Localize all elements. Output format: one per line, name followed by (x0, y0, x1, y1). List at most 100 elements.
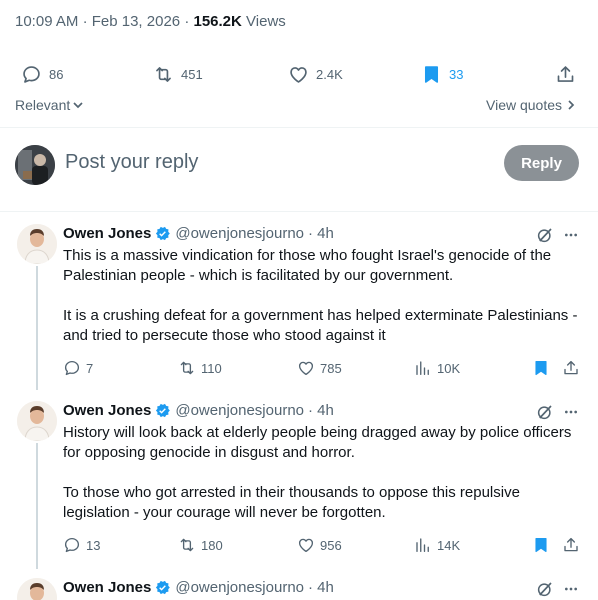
verified-badge-icon[interactable] (154, 402, 171, 419)
tweet-time[interactable]: · 4h (308, 402, 334, 419)
more-options-icon[interactable] (563, 581, 579, 597)
bookmark-filled-icon (535, 537, 547, 553)
repost-icon (180, 361, 194, 375)
repost-action[interactable]: 110 (178, 358, 222, 378)
reply-action[interactable]: 13 (63, 535, 100, 555)
views-count: 14K (437, 537, 461, 553)
reply-count: 13 (86, 537, 101, 553)
grok-icon[interactable] (536, 403, 554, 421)
share-action[interactable] (562, 535, 580, 555)
user-avatar[interactable] (15, 145, 55, 185)
sort-label: Relevant (15, 97, 71, 113)
share-icon (564, 360, 578, 375)
views-label: Views (246, 13, 286, 30)
share-action[interactable] (562, 358, 580, 378)
view-quotes-label: View quotes (486, 97, 563, 113)
repost-action[interactable]: 451 (153, 62, 203, 86)
heart-icon (290, 66, 307, 83)
repost-icon (180, 538, 194, 552)
post-metadata: 10:09 AM · Feb 13, 2026 · 156.2K Views (15, 13, 286, 30)
bookmark-action[interactable]: 33 (421, 62, 463, 86)
heart-icon (298, 538, 314, 553)
tweet-paragraph: To those who got arrested in their thous… (63, 484, 520, 521)
author-handle[interactable]: @owenjonesjourno (175, 225, 304, 242)
reply-input[interactable]: Post your reply (65, 151, 198, 174)
heart-icon (298, 361, 314, 376)
bookmark-count: 33 (449, 66, 464, 82)
author-name[interactable]: Owen Jones (63, 402, 151, 419)
tweet-paragraph: This is a massive vindication for those … (63, 247, 552, 284)
repost-icon (156, 66, 171, 82)
reply-button[interactable]: Reply (504, 145, 579, 181)
bookmark-action[interactable] (532, 358, 550, 378)
meta-separator-2: · (184, 13, 190, 30)
tweet-text: History will look back at elderly people… (63, 423, 583, 523)
author-handle[interactable]: @owenjonesjourno (175, 579, 304, 596)
reply-count: 7 (86, 360, 94, 376)
post-action-bar: 86 451 2.4K 33 (0, 62, 598, 86)
avatar-photo (17, 578, 57, 600)
chevron-down-icon (73, 102, 83, 109)
tweet-time[interactable]: · 4h (308, 579, 334, 596)
tweet-time[interactable]: · 4h (308, 225, 334, 242)
grok-icon[interactable] (536, 580, 554, 598)
reply-icon (64, 360, 80, 376)
like-count: 2.4K (316, 66, 343, 82)
views-count: 156.2K (193, 13, 242, 30)
reply-count: 86 (49, 66, 64, 82)
more-options-icon[interactable] (563, 227, 579, 243)
share-action[interactable] (555, 62, 576, 86)
share-icon (557, 65, 574, 82)
share-icon (564, 537, 578, 552)
tweet-action-bar: 7 110 785 10K (0, 358, 598, 378)
tweet-paragraph: History will look back at elderly people… (63, 424, 572, 461)
sort-replies-dropdown[interactable]: Relevant (15, 97, 84, 113)
bookmark-filled-icon (535, 360, 547, 376)
more-options-icon[interactable] (563, 404, 579, 420)
tweet-header: Owen Jones @owenjonesjourno · 4h (63, 225, 334, 242)
author-name[interactable]: Owen Jones (63, 225, 151, 242)
reply-icon (64, 537, 80, 553)
author-handle[interactable]: @owenjonesjourno (175, 402, 304, 419)
avatar-photo (15, 145, 55, 185)
views-action[interactable]: 14K (414, 535, 460, 555)
views-action[interactable]: 10K (414, 358, 460, 378)
view-quotes-link[interactable]: View quotes (486, 97, 577, 113)
tweet-text: This is a massive vindication for those … (63, 246, 583, 346)
avatar-photo (17, 224, 57, 264)
bookmark-filled-icon (424, 65, 439, 83)
reply-icon (23, 65, 40, 83)
analytics-icon (416, 538, 429, 553)
like-action[interactable]: 956 (297, 535, 342, 555)
views-count: 10K (437, 360, 461, 376)
tweet-header: Owen Jones @owenjonesjourno · 4h (63, 579, 334, 596)
verified-badge-icon[interactable] (154, 225, 171, 242)
chevron-right-icon (568, 100, 575, 110)
repost-action[interactable]: 180 (178, 535, 223, 555)
author-avatar[interactable] (17, 578, 57, 600)
analytics-icon (416, 361, 429, 376)
post-date[interactable]: Feb 13, 2026 (92, 13, 180, 30)
meta-separator: · (82, 13, 88, 30)
repost-count: 110 (201, 360, 222, 376)
author-name[interactable]: Owen Jones (63, 579, 151, 596)
reply-action[interactable]: 7 (63, 358, 93, 378)
avatar-photo (17, 401, 57, 441)
repost-count: 451 (181, 66, 203, 82)
like-count: 785 (320, 360, 342, 376)
reply-action[interactable]: 86 (21, 62, 63, 86)
tweet-action-bar: 13 180 956 14K (0, 535, 598, 555)
divider (0, 127, 598, 128)
post-time[interactable]: 10:09 AM (15, 13, 78, 30)
repost-count: 180 (201, 537, 223, 553)
grok-icon[interactable] (536, 226, 554, 244)
tweet-paragraph: It is a crushing defeat for a government… (63, 307, 578, 344)
bookmark-action[interactable] (532, 535, 550, 555)
divider (0, 211, 598, 212)
like-action[interactable]: 785 (297, 358, 342, 378)
like-count: 956 (320, 537, 342, 553)
author-avatar[interactable] (17, 401, 57, 441)
like-action[interactable]: 2.4K (288, 62, 343, 86)
verified-badge-icon[interactable] (154, 579, 171, 596)
author-avatar[interactable] (17, 224, 57, 264)
